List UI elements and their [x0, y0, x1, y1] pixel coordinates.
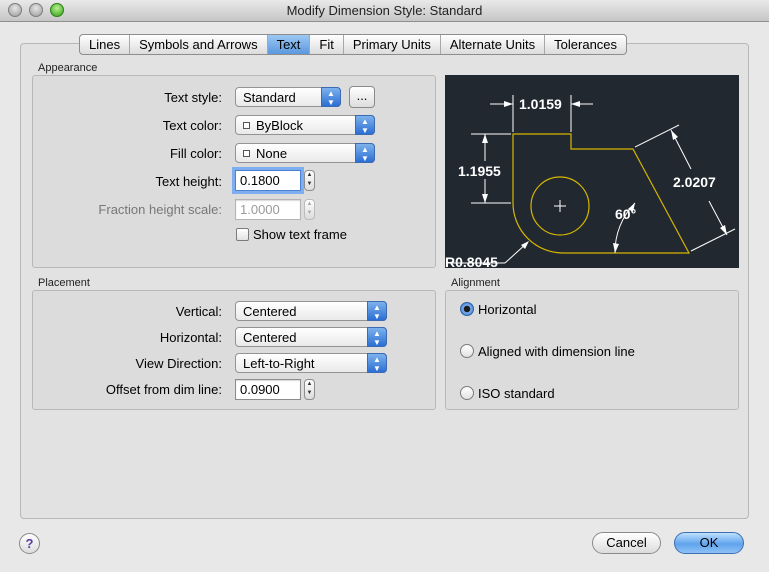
show-text-frame-checkbox[interactable]: [236, 228, 249, 241]
alignment-iso-radio[interactable]: [460, 386, 474, 400]
fraction-height-scale-field: [235, 199, 301, 220]
dim-right-text: 2.0207: [673, 174, 716, 190]
view-direction-value: Left-to-Right: [243, 356, 315, 371]
alignment-aligned-radio[interactable]: [460, 344, 474, 358]
tab-alternate-units[interactable]: Alternate Units: [441, 35, 546, 54]
ok-button[interactable]: OK: [674, 532, 744, 554]
arrowhead: [720, 225, 727, 235]
arrowhead: [571, 101, 580, 107]
chevron-updown-icon: ▲ ▼: [355, 143, 375, 163]
fill-color-value: None: [256, 146, 288, 161]
text-style-popup[interactable]: Standard ▲ ▼: [235, 87, 341, 107]
tab-bar: Lines Symbols and Arrows Text Fit Primar…: [79, 34, 628, 55]
horizontal-label: Horizontal:: [159, 330, 222, 345]
color-swatch-icon: [243, 122, 250, 130]
offset-field[interactable]: [235, 379, 301, 400]
radius-text: R0.8045: [445, 254, 498, 268]
alignment-horizontal-label[interactable]: Horizontal: [478, 302, 537, 317]
appearance-section-title: Appearance: [38, 62, 98, 74]
extension-line: [690, 228, 736, 252]
dimension-preview: 1.0159 1.1955 2.0207 60° R0.8045: [445, 75, 739, 270]
horizontal-popup[interactable]: Centered ▲ ▼: [235, 327, 387, 347]
offset-label: Offset from dim line:: [105, 382, 222, 397]
text-style-browse-button[interactable]: ...: [349, 86, 375, 108]
appearance-group: [32, 75, 436, 268]
cancel-button[interactable]: Cancel: [592, 532, 661, 554]
help-button[interactable]: ?: [19, 533, 40, 554]
view-direction-label: View Direction:: [135, 356, 222, 371]
tab-primary-units[interactable]: Primary Units: [344, 35, 441, 54]
fraction-height-scale-stepper: ▲ ▼: [304, 199, 315, 220]
text-color-value: ByBlock: [256, 118, 303, 133]
text-style-value: Standard: [243, 90, 296, 105]
fill-color-popup[interactable]: None ▲ ▼: [235, 143, 375, 163]
tab-symbols-and-arrows[interactable]: Symbols and Arrows: [130, 35, 268, 54]
chevron-updown-icon: ▲ ▼: [367, 327, 387, 347]
fill-color-label: Fill color:: [169, 146, 222, 161]
tab-text[interactable]: Text: [267, 35, 311, 54]
color-swatch-icon: [243, 150, 250, 158]
dim-left-text: 1.1955: [458, 163, 501, 179]
alignment-section-title: Alignment: [451, 277, 500, 289]
offset-stepper[interactable]: ▲ ▼: [304, 379, 315, 400]
alignment-iso-label[interactable]: ISO standard: [478, 386, 555, 401]
angle-text: 60°: [615, 206, 636, 222]
title-bar[interactable]: Modify Dimension Style: Standard: [0, 0, 769, 22]
fraction-height-scale-input: [236, 200, 300, 219]
arrowhead: [482, 194, 488, 203]
alignment-aligned-label[interactable]: Aligned with dimension line: [478, 344, 635, 359]
alignment-horizontal-radio[interactable]: [460, 302, 474, 316]
text-height-label: Text height:: [155, 174, 223, 189]
tab-lines[interactable]: Lines: [80, 35, 131, 54]
horizontal-value: Centered: [243, 330, 297, 345]
dim-top-text: 1.0159: [519, 96, 562, 112]
text-color-popup[interactable]: ByBlock ▲ ▼: [235, 115, 375, 135]
show-text-frame-label[interactable]: Show text frame: [253, 227, 347, 242]
arrowhead: [613, 243, 619, 253]
placement-section-title: Placement: [38, 277, 90, 289]
chevron-updown-icon: ▲ ▼: [367, 353, 387, 373]
chevron-updown-icon: ▲ ▼: [321, 87, 341, 107]
arrowhead: [671, 130, 678, 140]
vertical-value: Centered: [243, 304, 297, 319]
text-style-label: Text style:: [164, 90, 222, 105]
part-outline: [512, 133, 691, 254]
preview-drawing: 1.0159 1.1955 2.0207 60° R0.8045: [445, 95, 736, 270]
window-title: Modify Dimension Style: Standard: [286, 3, 483, 18]
text-color-label: Text color:: [162, 118, 222, 133]
vertical-label: Vertical:: [175, 304, 222, 319]
arrowhead: [482, 134, 488, 143]
vertical-popup[interactable]: Centered ▲ ▼: [235, 301, 387, 321]
tab-fit[interactable]: Fit: [310, 35, 344, 54]
offset-input[interactable]: [236, 380, 300, 399]
chevron-updown-icon: ▲ ▼: [355, 115, 375, 135]
fraction-height-scale-label: Fraction height scale:: [98, 202, 222, 217]
text-height-input[interactable]: [236, 171, 300, 190]
tab-tolerances[interactable]: Tolerances: [545, 35, 626, 54]
text-height-field[interactable]: [235, 170, 301, 191]
dialog-window: Modify Dimension Style: Standard Lines S…: [0, 0, 769, 572]
view-direction-popup[interactable]: Left-to-Right ▲ ▼: [235, 353, 387, 373]
text-height-stepper[interactable]: ▲ ▼: [304, 170, 315, 191]
chevron-updown-icon: ▲ ▼: [367, 301, 387, 321]
arrowhead: [504, 101, 513, 107]
